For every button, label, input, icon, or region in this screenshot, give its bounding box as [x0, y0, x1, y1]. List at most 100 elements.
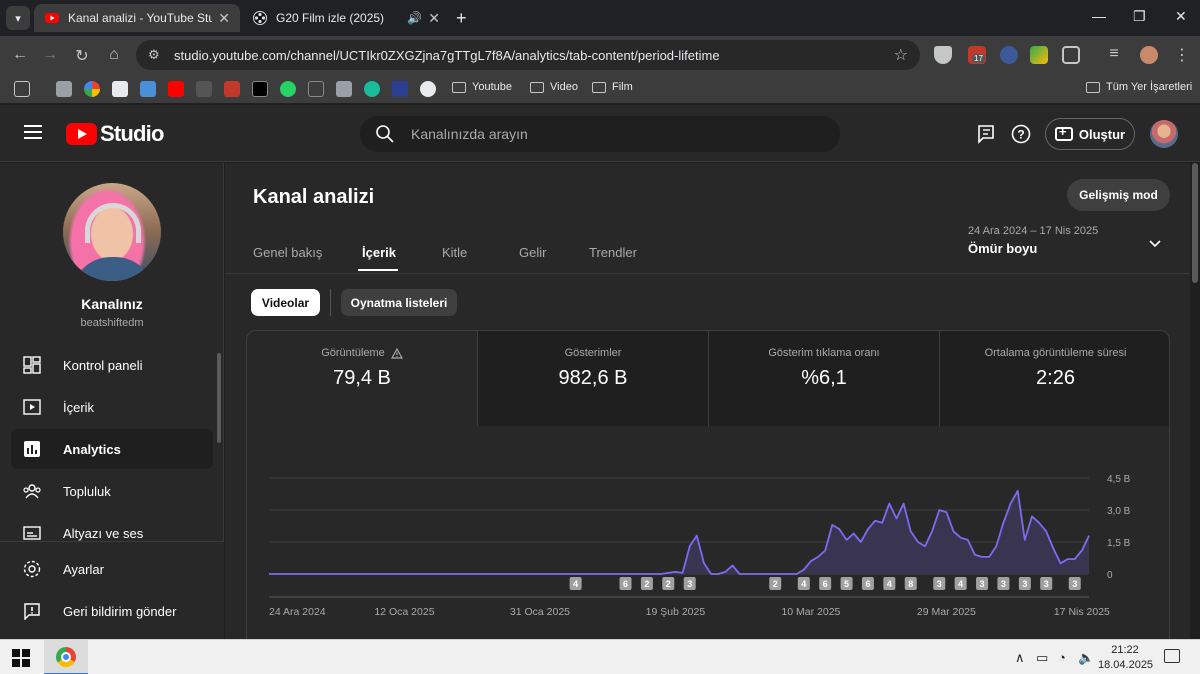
page-scrollbar[interactable]: [1192, 163, 1198, 283]
sidebar-bottom: Ayarlar Geri bildirim gönder: [0, 541, 224, 639]
sidebar-item-label: Topluluk: [63, 483, 111, 499]
back-icon[interactable]: ←: [10, 46, 30, 64]
y-tick-label: 1,5 B: [1107, 538, 1131, 549]
bookmark-site-icon[interactable]: [224, 81, 240, 97]
italic-i-icon[interactable]: [308, 81, 324, 97]
youtube-studio-logo[interactable]: Studio: [66, 121, 164, 147]
system-clock[interactable]: 21:22 18.04.2025: [1098, 643, 1154, 673]
bookmark-site-icon[interactable]: [140, 81, 156, 97]
tab-trends[interactable]: Trendler: [589, 245, 637, 260]
bookmark-site-icon[interactable]: [112, 81, 128, 97]
bookmark-folder-video[interactable]: Video: [530, 81, 578, 93]
feedback-message-icon[interactable]: [975, 123, 997, 145]
active-tab-indicator: [358, 269, 398, 271]
home-icon[interactable]: ⌂: [104, 46, 124, 64]
clock-date: 18.04.2025: [1098, 659, 1154, 671]
date-range[interactable]: 24 Ara 2024 – 17 Nis 2025: [968, 225, 1098, 237]
create-label: Oluştur: [1078, 126, 1126, 142]
metric-views[interactable]: Görüntüleme 79,4 B: [247, 331, 478, 426]
cursor-extension-icon[interactable]: [1000, 46, 1018, 64]
close-tab-icon[interactable]: ✕: [218, 10, 230, 27]
apps-grid-icon[interactable]: [14, 81, 30, 97]
sidebar-item-analytics[interactable]: Analytics: [11, 429, 213, 469]
bookmark-site-icon[interactable]: [336, 81, 352, 97]
channel-search[interactable]: [360, 116, 840, 152]
metric-ctr[interactable]: Gösterim tıklama oranı %6,1: [709, 331, 940, 426]
tab-overview[interactable]: Genel bakış: [253, 245, 322, 260]
chip-playlists[interactable]: Oynatma listeleri: [341, 289, 457, 316]
settings-icon: [21, 558, 43, 580]
warning-icon[interactable]: [390, 347, 403, 359]
reading-list-icon[interactable]: ≡: [1104, 45, 1124, 63]
sidebar-item-content[interactable]: İçerik: [11, 387, 213, 427]
views-chart[interactable]: 4,5 B 3,0 B 1,5 B 0 4 6 2 2 3 2 4 6 5 6 4 8 3 4 3 3 3 3 3 24 Ar…: [247, 426, 1170, 639]
period-selector[interactable]: Ömür boyu: [968, 241, 1037, 256]
youtube-icon[interactable]: [168, 81, 184, 97]
channel-avatar[interactable]: [63, 183, 161, 281]
battery-icon[interactable]: ▭: [1036, 650, 1048, 666]
volume-icon[interactable]: 🔈: [1078, 650, 1094, 666]
bookmark-folder-youtube[interactable]: Youtube: [452, 81, 512, 93]
extension-badge-icon[interactable]: 17: [968, 46, 986, 64]
hamburger-menu-icon[interactable]: [24, 125, 42, 139]
address-bar[interactable]: ⚙ studio.youtube.com/channel/UCTIkr0ZXGZ…: [136, 40, 920, 70]
metric-impressions[interactable]: Gösterimler 982,6 B: [478, 331, 709, 426]
sidebar-item-settings[interactable]: Ayarlar: [11, 549, 213, 589]
browser-menu-icon[interactable]: ⋮: [1172, 45, 1192, 65]
audio-playing-icon[interactable]: 🔊: [407, 11, 422, 25]
tab-title: Kanal analizi - YouTube Studio: [68, 11, 213, 25]
tab-content[interactable]: İçerik: [362, 245, 396, 260]
x-twitter-icon[interactable]: [252, 81, 268, 97]
all-bookmarks-button[interactable]: Tüm Yer İşaretleri: [1086, 81, 1192, 93]
close-tab-icon[interactable]: ✕: [428, 10, 440, 27]
tab-audience[interactable]: Kitle: [442, 245, 467, 260]
reload-icon[interactable]: ↻: [72, 46, 92, 66]
windows-start-icon[interactable]: [12, 649, 30, 667]
account-avatar[interactable]: [1150, 120, 1178, 148]
folder-icon: [452, 81, 466, 93]
bookmark-site-icon[interactable]: [392, 81, 408, 97]
sidebar-scrollbar[interactable]: [217, 353, 221, 443]
bookmark-folder-film[interactable]: Film: [592, 81, 633, 93]
url-text[interactable]: studio.youtube.com/channel/UCTIkr0ZXGZjn…: [174, 48, 894, 63]
close-window-icon[interactable]: ✕: [1175, 8, 1187, 25]
browser-tab[interactable]: G20 Film izle (2025) 🔊 ✕: [242, 4, 450, 32]
wifi-icon[interactable]: ◔: [1058, 650, 1066, 665]
x-tick-label: 29 Mar 2025: [917, 606, 976, 618]
google-icon[interactable]: [84, 81, 100, 97]
bookmark-site-icon[interactable]: [364, 81, 380, 97]
browser-tab-active[interactable]: Kanal analizi - YouTube Studio ✕: [34, 4, 240, 32]
chatgpt-icon[interactable]: [420, 81, 436, 97]
forward-icon[interactable]: →: [40, 46, 60, 64]
tab-search-button[interactable]: ▾: [6, 6, 30, 30]
sidebar-item-community[interactable]: Topluluk: [11, 471, 213, 511]
shield-extension-icon[interactable]: [934, 46, 952, 64]
metric-value: 982,6 B: [558, 367, 628, 389]
video-marker-label: 2: [666, 579, 671, 589]
bookmark-site-icon[interactable]: [196, 81, 212, 97]
whatsapp-icon[interactable]: [280, 81, 296, 97]
chrome-taskbar-button[interactable]: [44, 640, 88, 674]
metric-avg-view-duration[interactable]: Ortalama görüntüleme süresi 2:26: [940, 331, 1169, 426]
tab-revenue[interactable]: Gelir: [519, 245, 546, 260]
create-button[interactable]: Oluştur: [1045, 118, 1135, 150]
profile-avatar-icon[interactable]: [1140, 46, 1158, 64]
site-info-icon[interactable]: ⚙: [148, 47, 164, 63]
bookmark-star-icon[interactable]: ☆: [894, 45, 908, 65]
color-extension-icon[interactable]: [1030, 46, 1048, 64]
minimize-icon[interactable]: —: [1092, 8, 1106, 24]
restore-icon[interactable]: ❐: [1133, 8, 1146, 25]
chip-videos[interactable]: Videolar: [251, 289, 320, 316]
search-input[interactable]: [411, 126, 839, 142]
help-icon[interactable]: ?: [1010, 123, 1032, 145]
notification-icon[interactable]: [1164, 649, 1180, 663]
extensions-puzzle-icon[interactable]: [1062, 46, 1080, 64]
sidebar-item-feedback[interactable]: Geri bildirim gönder: [11, 591, 213, 631]
y-tick-label: 0: [1107, 570, 1113, 581]
new-tab-icon[interactable]: +: [456, 8, 467, 29]
chevron-down-icon[interactable]: [1147, 235, 1163, 251]
bookmark-site-icon[interactable]: [56, 81, 72, 97]
sidebar-item-dashboard[interactable]: Kontrol paneli: [11, 345, 213, 385]
advanced-mode-button[interactable]: Gelişmiş mod: [1067, 179, 1170, 211]
tray-chevron-up-icon[interactable]: ∧: [1015, 650, 1025, 666]
